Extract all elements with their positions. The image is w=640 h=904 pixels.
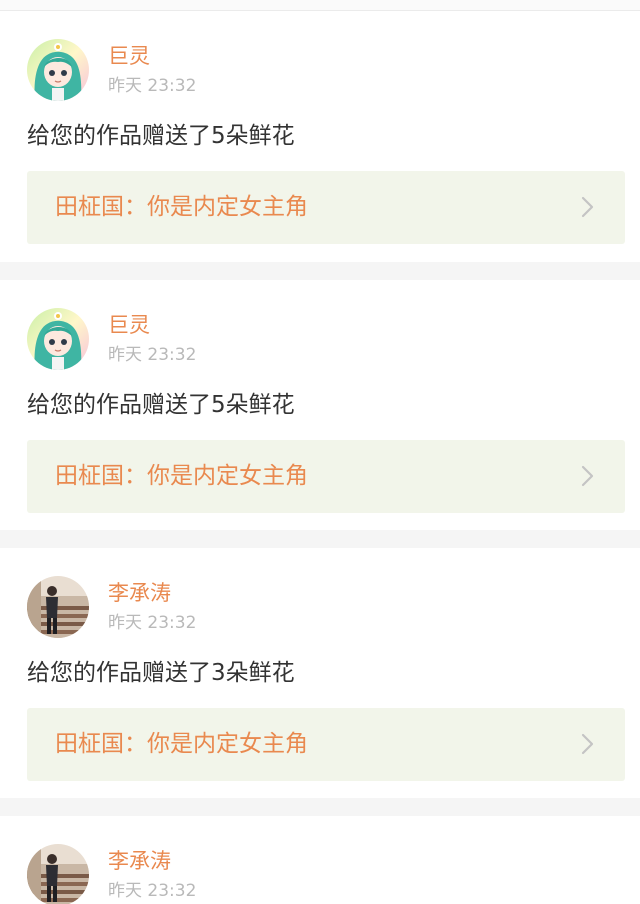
work-title: 田柾国：你是内定女主角 (55, 731, 308, 757)
chevron-right-icon (581, 465, 594, 487)
work-title: 田柾国：你是内定女主角 (55, 463, 308, 489)
gift-message: 给您的作品赠送了5朵鲜花 (27, 392, 295, 418)
work-link-button[interactable]: 田柾国：你是内定女主角 (27, 440, 625, 513)
photo-person-stairs-avatar-icon[interactable] (27, 844, 89, 904)
timestamp: 昨天 23:32 (108, 613, 197, 633)
anime-girl-avatar-icon[interactable] (27, 39, 89, 101)
username[interactable]: 李承涛 (108, 580, 171, 606)
notification-card: 李承涛 昨天 23:32 (0, 816, 640, 904)
chevron-right-icon (581, 196, 594, 218)
timestamp: 昨天 23:32 (108, 881, 197, 901)
work-link-button[interactable]: 田柾国：你是内定女主角 (27, 708, 625, 781)
notification-card: 李承涛 昨天 23:32 给您的作品赠送了3朵鲜花 田柾国：你是内定女主角 (0, 548, 640, 798)
gift-message: 给您的作品赠送了3朵鲜花 (27, 660, 295, 686)
anime-girl-avatar-icon[interactable] (27, 308, 89, 370)
username[interactable]: 巨灵 (108, 312, 150, 338)
timestamp: 昨天 23:32 (108, 345, 197, 365)
photo-person-stairs-avatar-icon[interactable] (27, 576, 89, 638)
username[interactable]: 巨灵 (108, 43, 150, 69)
work-title: 田柾国：你是内定女主角 (55, 194, 308, 220)
notification-list-page: 巨灵 昨天 23:32 给您的作品赠送了5朵鲜花 田柾国：你是内定女主角 巨灵 … (0, 0, 640, 904)
work-link-button[interactable]: 田柾国：你是内定女主角 (27, 171, 625, 244)
top-divider (0, 0, 640, 11)
notification-card: 巨灵 昨天 23:32 给您的作品赠送了5朵鲜花 田柾国：你是内定女主角 (0, 11, 640, 262)
username[interactable]: 李承涛 (108, 848, 171, 874)
timestamp: 昨天 23:32 (108, 76, 197, 96)
notification-card: 巨灵 昨天 23:32 给您的作品赠送了5朵鲜花 田柾国：你是内定女主角 (0, 280, 640, 530)
gift-message: 给您的作品赠送了5朵鲜花 (27, 123, 295, 149)
chevron-right-icon (581, 733, 594, 755)
